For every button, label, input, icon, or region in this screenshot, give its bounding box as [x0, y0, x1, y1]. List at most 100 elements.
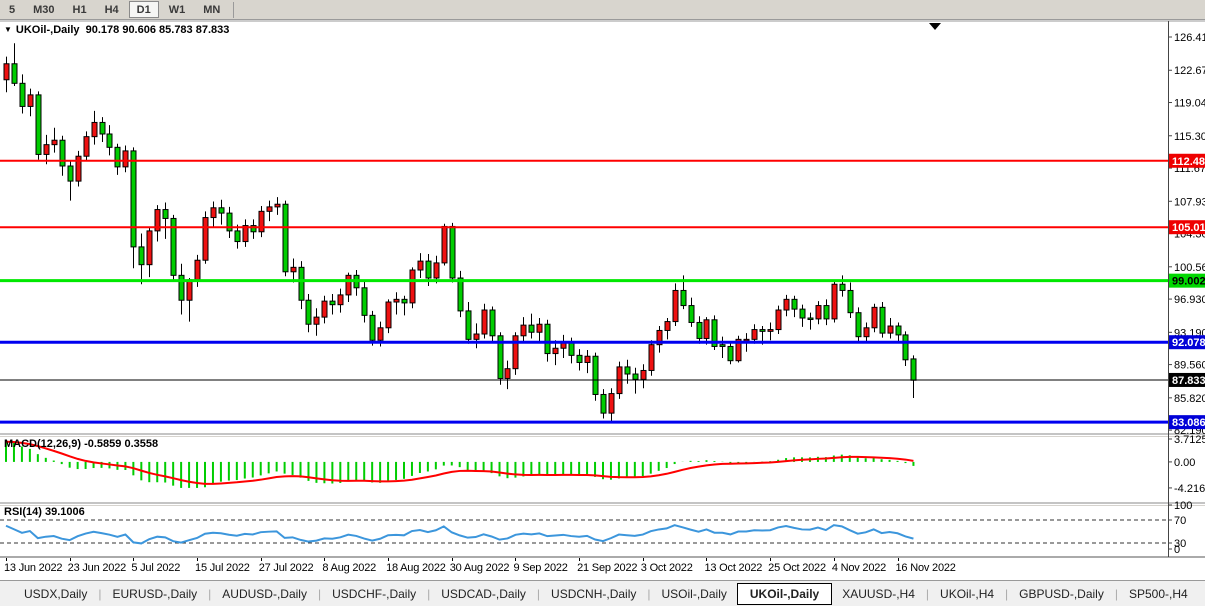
candlestick	[306, 300, 311, 324]
candlestick	[601, 394, 606, 413]
candlestick	[911, 359, 916, 380]
candlestick	[840, 284, 845, 290]
candlestick	[92, 122, 97, 136]
price-badge-label: 112.488	[1172, 156, 1205, 168]
candlestick	[593, 356, 598, 394]
date-axis[interactable]: 13 Jun 202223 Jun 20225 Jul 202215 Jul 2…	[0, 558, 1205, 580]
candlestick	[903, 335, 908, 360]
candlestick	[187, 280, 192, 300]
candlestick	[330, 301, 335, 305]
candlestick	[4, 64, 9, 80]
price-badge-label: 105.015	[1172, 222, 1205, 234]
date-tick	[70, 558, 71, 561]
candlestick	[235, 231, 240, 242]
candlestick	[450, 226, 455, 278]
symbol-tab-usoil-daily[interactable]: USOil-,Daily	[652, 584, 737, 604]
candlestick	[52, 140, 57, 144]
candlestick	[418, 261, 423, 270]
date-tick	[452, 558, 453, 561]
candlestick	[641, 370, 646, 379]
axis-tick-label: -4.2165	[1174, 483, 1205, 495]
candlestick	[378, 328, 383, 340]
timeframe-toolbar: 5M30H1H4D1W1MN	[0, 0, 1205, 20]
timeframe-button-H1[interactable]: H1	[65, 1, 95, 18]
symbol-tab-ukoil-h4[interactable]: UKOil-,H4	[930, 584, 1004, 604]
candlestick	[760, 330, 765, 332]
price-badge-label: 87.833	[1172, 375, 1205, 387]
date-tick	[770, 558, 771, 561]
candlestick	[800, 309, 805, 318]
candlestick	[704, 320, 709, 339]
candlestick	[474, 334, 479, 339]
date-tick	[834, 558, 835, 561]
candlestick	[20, 83, 25, 106]
candlestick	[585, 356, 590, 362]
date-tick	[388, 558, 389, 561]
chart-menu-icon[interactable]: ▼	[4, 25, 12, 34]
symbol-tab-xauusd-h4[interactable]: XAUUSD-,H4	[832, 584, 925, 604]
date-tick	[197, 558, 198, 561]
candlestick	[195, 260, 200, 280]
candlestick	[107, 134, 112, 147]
candlestick	[179, 275, 184, 300]
candlestick	[505, 369, 510, 379]
candlestick	[203, 218, 208, 261]
candlestick	[521, 325, 526, 336]
candlestick	[68, 166, 73, 181]
symbol-tab-usdchf-daily[interactable]: USDCHF-,Daily	[322, 584, 426, 604]
symbol-tab-usdcad-daily[interactable]: USDCAD-,Daily	[431, 584, 536, 604]
candlestick	[36, 95, 41, 155]
symbol-tab-gbpusd-daily[interactable]: GBPUSD-,Daily	[1009, 584, 1114, 604]
candlestick	[283, 204, 288, 272]
date-label: 30 Aug 2022	[450, 562, 510, 574]
candlestick	[28, 95, 33, 107]
date-tick	[515, 558, 516, 561]
candlestick	[720, 345, 725, 347]
candlestick	[697, 322, 702, 338]
candlestick	[744, 339, 749, 341]
date-label: 13 Jun 2022	[4, 562, 62, 574]
candlestick	[123, 151, 128, 167]
candlestick	[625, 367, 630, 374]
candlestick	[529, 325, 534, 332]
candlestick	[792, 299, 797, 309]
axis-tick-label: 122.670	[1174, 65, 1205, 77]
symbol-tab-sp500-h4[interactable]: SP500-,H4	[1119, 584, 1198, 604]
symbol-tab-usdx-daily[interactable]: USDX,Daily	[14, 584, 97, 604]
candlestick	[131, 151, 136, 247]
axis-tick-label: 0	[1174, 544, 1180, 556]
symbol-tab-ukoil-daily[interactable]: UKOil-,Daily	[737, 583, 832, 605]
date-label: 15 Jul 2022	[195, 562, 250, 574]
timeframe-button-M30[interactable]: M30	[25, 1, 62, 18]
axis-tick-label: 70	[1174, 515, 1186, 527]
candlestick	[569, 343, 574, 355]
candlestick	[267, 207, 272, 211]
timeframe-button-H4[interactable]: H4	[97, 1, 127, 18]
candlestick	[490, 310, 495, 336]
candlestick	[482, 310, 487, 334]
candlestick	[259, 211, 264, 231]
timeframe-button-D1[interactable]: D1	[129, 1, 159, 18]
chart-area[interactable]: ▼UKOil-,Daily 90.178 90.606 85.783 87.83…	[0, 20, 1205, 558]
price-badge-label: 99.002	[1172, 276, 1205, 288]
candlestick	[84, 137, 89, 157]
timeframe-button-W1[interactable]: W1	[161, 1, 194, 18]
candlestick	[12, 64, 17, 84]
price-chart-canvas[interactable]: 126.410122.670119.040115.300111.670107.9…	[0, 20, 1205, 558]
date-tick	[898, 558, 899, 561]
candlestick	[553, 348, 558, 353]
timeframe-button-MN[interactable]: MN	[195, 1, 228, 18]
price-badge-label: 83.086	[1172, 417, 1205, 429]
symbol-tab-eurusd-daily[interactable]: EURUSD-,Daily	[102, 584, 207, 604]
symbol-tab-audusd-daily[interactable]: AUDUSD-,Daily	[212, 584, 317, 604]
candlestick	[346, 275, 351, 295]
date-label: 3 Oct 2022	[641, 562, 693, 574]
candlestick	[609, 394, 614, 414]
macd-indicator-label: MACD(12,26,9) -0.5859 0.3558	[4, 438, 158, 450]
symbol-tab-usdcnh-daily[interactable]: USDCNH-,Daily	[541, 584, 646, 604]
last-bar-marker-icon[interactable]	[929, 23, 941, 30]
timeframe-button-5[interactable]: 5	[1, 1, 23, 18]
macd-name: MACD(12,26,9)	[4, 438, 81, 450]
date-label: 23 Jun 2022	[68, 562, 126, 574]
candlestick	[545, 324, 550, 353]
